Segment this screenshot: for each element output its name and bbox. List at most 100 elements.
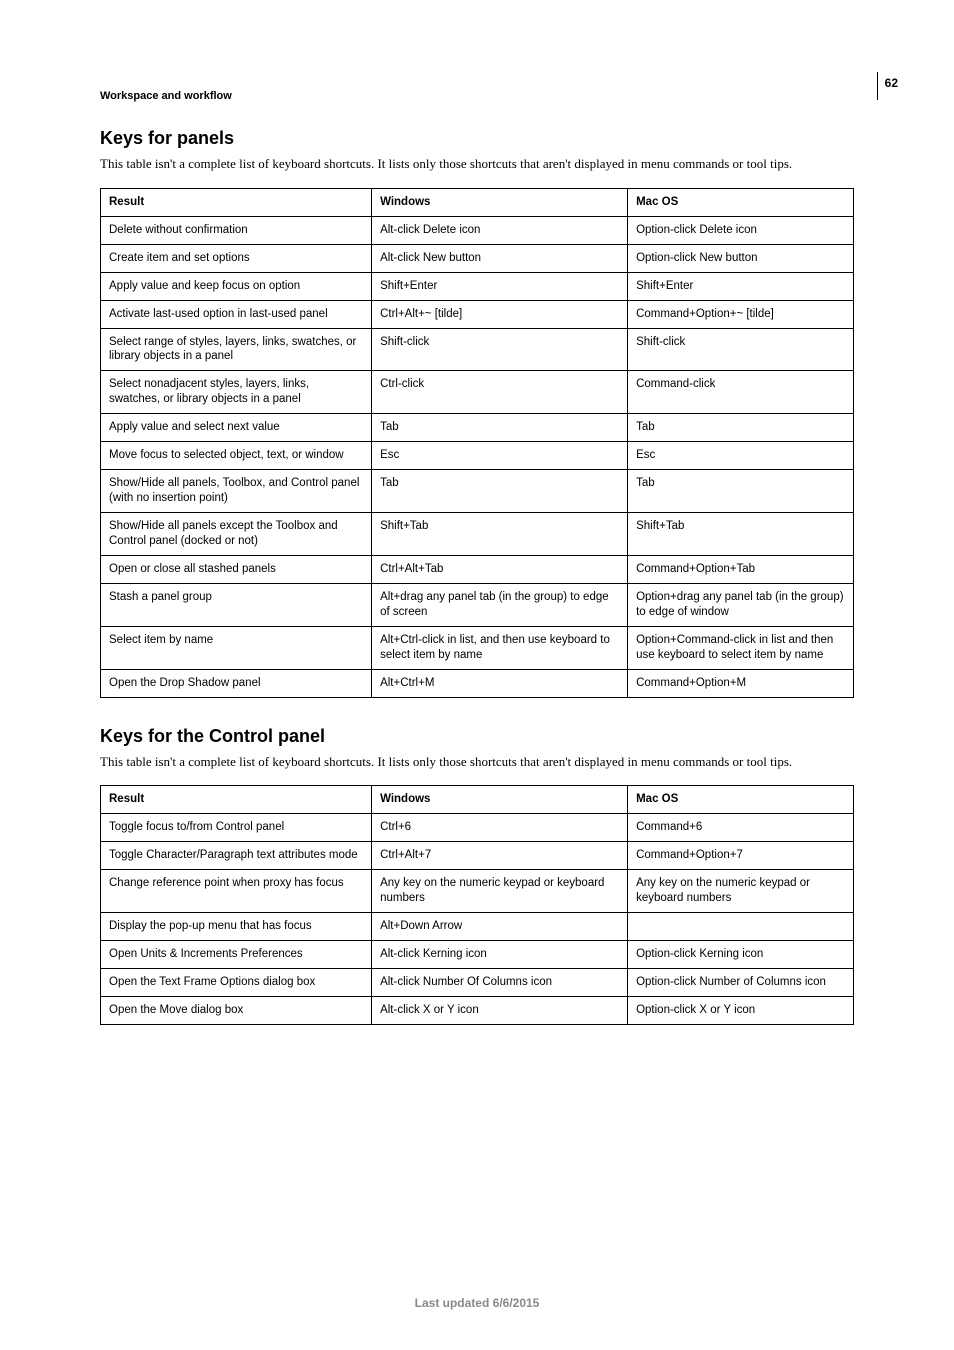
col-header-mac: Mac OS bbox=[628, 786, 854, 814]
cell-win: Ctrl+6 bbox=[372, 814, 628, 842]
table-row: Apply value and keep focus on optionShif… bbox=[101, 272, 854, 300]
cell-win: Alt+drag any panel tab (in the group) to… bbox=[372, 583, 628, 626]
table-row: Activate last-used option in last-used p… bbox=[101, 300, 854, 328]
section-title-control-panel: Keys for the Control panel bbox=[100, 726, 854, 747]
cell-mac: Shift+Enter bbox=[628, 272, 854, 300]
cell-mac: Any key on the numeric keypad or keyboar… bbox=[628, 870, 854, 913]
cell-result: Open the Text Frame Options dialog box bbox=[101, 968, 372, 996]
cell-win: Alt-click New button bbox=[372, 244, 628, 272]
col-header-windows: Windows bbox=[372, 786, 628, 814]
table-row: Move focus to selected object, text, or … bbox=[101, 442, 854, 470]
cell-win: Ctrl+Alt+~ [tilde] bbox=[372, 300, 628, 328]
cell-win: Shift+Enter bbox=[372, 272, 628, 300]
col-header-result: Result bbox=[101, 786, 372, 814]
cell-mac: Option-click Kerning icon bbox=[628, 941, 854, 969]
cell-mac: Command+Option+M bbox=[628, 669, 854, 697]
col-header-windows: Windows bbox=[372, 188, 628, 216]
cell-result: Apply value and keep focus on option bbox=[101, 272, 372, 300]
cell-mac bbox=[628, 913, 854, 941]
table-keys-for-control-panel: Result Windows Mac OS Toggle focus to/fr… bbox=[100, 785, 854, 1024]
cell-win: Shift-click bbox=[372, 328, 628, 371]
cell-mac: Option-click Delete icon bbox=[628, 216, 854, 244]
table-row: Stash a panel groupAlt+drag any panel ta… bbox=[101, 583, 854, 626]
cell-mac: Command-click bbox=[628, 371, 854, 414]
footer-last-updated: Last updated 6/6/2015 bbox=[0, 1296, 954, 1310]
cell-mac: Esc bbox=[628, 442, 854, 470]
cell-win: Alt-click Delete icon bbox=[372, 216, 628, 244]
cell-result: Open the Move dialog box bbox=[101, 996, 372, 1024]
cell-win: Alt+Down Arrow bbox=[372, 913, 628, 941]
cell-result: Toggle Character/Paragraph text attribut… bbox=[101, 842, 372, 870]
table-row: Change reference point when proxy has fo… bbox=[101, 870, 854, 913]
cell-win: Tab bbox=[372, 414, 628, 442]
table-row: Select nonadjacent styles, layers, links… bbox=[101, 371, 854, 414]
cell-win: Esc bbox=[372, 442, 628, 470]
section-intro-control-panel: This table isn't a complete list of keyb… bbox=[100, 753, 854, 772]
table-row: Select item by nameAlt+Ctrl-click in lis… bbox=[101, 626, 854, 669]
cell-result: Stash a panel group bbox=[101, 583, 372, 626]
cell-result: Select nonadjacent styles, layers, links… bbox=[101, 371, 372, 414]
cell-win: Ctrl+Alt+Tab bbox=[372, 555, 628, 583]
cell-win: Any key on the numeric keypad or keyboar… bbox=[372, 870, 628, 913]
table-row: Open or close all stashed panelsCtrl+Alt… bbox=[101, 555, 854, 583]
table-row: Open the Move dialog boxAlt-click X or Y… bbox=[101, 996, 854, 1024]
cell-mac: Option-click New button bbox=[628, 244, 854, 272]
table-row: Show/Hide all panels except the Toolbox … bbox=[101, 513, 854, 556]
cell-result: Move focus to selected object, text, or … bbox=[101, 442, 372, 470]
table-row: Toggle focus to/from Control panelCtrl+6… bbox=[101, 814, 854, 842]
col-header-mac: Mac OS bbox=[628, 188, 854, 216]
page-number: 62 bbox=[885, 76, 898, 90]
cell-mac: Option+drag any panel tab (in the group)… bbox=[628, 583, 854, 626]
table-row: Delete without confirmationAlt-click Del… bbox=[101, 216, 854, 244]
cell-win: Alt+Ctrl+M bbox=[372, 669, 628, 697]
cell-result: Open the Drop Shadow panel bbox=[101, 669, 372, 697]
table-row: Select range of styles, layers, links, s… bbox=[101, 328, 854, 371]
cell-result: Select range of styles, layers, links, s… bbox=[101, 328, 372, 371]
cell-mac: Command+6 bbox=[628, 814, 854, 842]
cell-mac: Command+Option+~ [tilde] bbox=[628, 300, 854, 328]
cell-win: Alt-click Number Of Columns icon bbox=[372, 968, 628, 996]
cell-mac: Shift-click bbox=[628, 328, 854, 371]
cell-result: Open Units & Increments Preferences bbox=[101, 941, 372, 969]
table-row: Create item and set optionsAlt-click New… bbox=[101, 244, 854, 272]
cell-mac: Command+Option+Tab bbox=[628, 555, 854, 583]
cell-result: Display the pop-up menu that has focus bbox=[101, 913, 372, 941]
cell-mac: Tab bbox=[628, 414, 854, 442]
cell-win: Tab bbox=[372, 470, 628, 513]
cell-result: Toggle focus to/from Control panel bbox=[101, 814, 372, 842]
cell-mac: Option-click X or Y icon bbox=[628, 996, 854, 1024]
cell-mac: Shift+Tab bbox=[628, 513, 854, 556]
table-row: Open the Drop Shadow panelAlt+Ctrl+MComm… bbox=[101, 669, 854, 697]
table-row: Show/Hide all panels, Toolbox, and Contr… bbox=[101, 470, 854, 513]
cell-win: Shift+Tab bbox=[372, 513, 628, 556]
cell-win: Ctrl+Alt+7 bbox=[372, 842, 628, 870]
cell-result: Activate last-used option in last-used p… bbox=[101, 300, 372, 328]
cell-result: Create item and set options bbox=[101, 244, 372, 272]
cell-win: Alt-click Kerning icon bbox=[372, 941, 628, 969]
cell-result: Delete without confirmation bbox=[101, 216, 372, 244]
cell-result: Open or close all stashed panels bbox=[101, 555, 372, 583]
table-row: Toggle Character/Paragraph text attribut… bbox=[101, 842, 854, 870]
section-title-panels: Keys for panels bbox=[100, 128, 854, 149]
col-header-result: Result bbox=[101, 188, 372, 216]
section-intro-panels: This table isn't a complete list of keyb… bbox=[100, 155, 854, 174]
table-row: Open Units & Increments PreferencesAlt-c… bbox=[101, 941, 854, 969]
cell-win: Alt+Ctrl-click in list, and then use key… bbox=[372, 626, 628, 669]
cell-mac: Command+Option+7 bbox=[628, 842, 854, 870]
cell-mac: Option+Command-click in list and then us… bbox=[628, 626, 854, 669]
cell-mac: Option-click Number of Columns icon bbox=[628, 968, 854, 996]
table-header-row: Result Windows Mac OS bbox=[101, 188, 854, 216]
table-header-row: Result Windows Mac OS bbox=[101, 786, 854, 814]
breadcrumb: Workspace and workflow bbox=[100, 90, 854, 102]
cell-result: Show/Hide all panels except the Toolbox … bbox=[101, 513, 372, 556]
table-row: Apply value and select next valueTabTab bbox=[101, 414, 854, 442]
cell-win: Ctrl-click bbox=[372, 371, 628, 414]
cell-mac: Tab bbox=[628, 470, 854, 513]
cell-result: Select item by name bbox=[101, 626, 372, 669]
cell-result: Change reference point when proxy has fo… bbox=[101, 870, 372, 913]
cell-result: Show/Hide all panels, Toolbox, and Contr… bbox=[101, 470, 372, 513]
cell-win: Alt-click X or Y icon bbox=[372, 996, 628, 1024]
table-row: Display the pop-up menu that has focusAl… bbox=[101, 913, 854, 941]
cell-result: Apply value and select next value bbox=[101, 414, 372, 442]
table-keys-for-panels: Result Windows Mac OS Delete without con… bbox=[100, 188, 854, 698]
